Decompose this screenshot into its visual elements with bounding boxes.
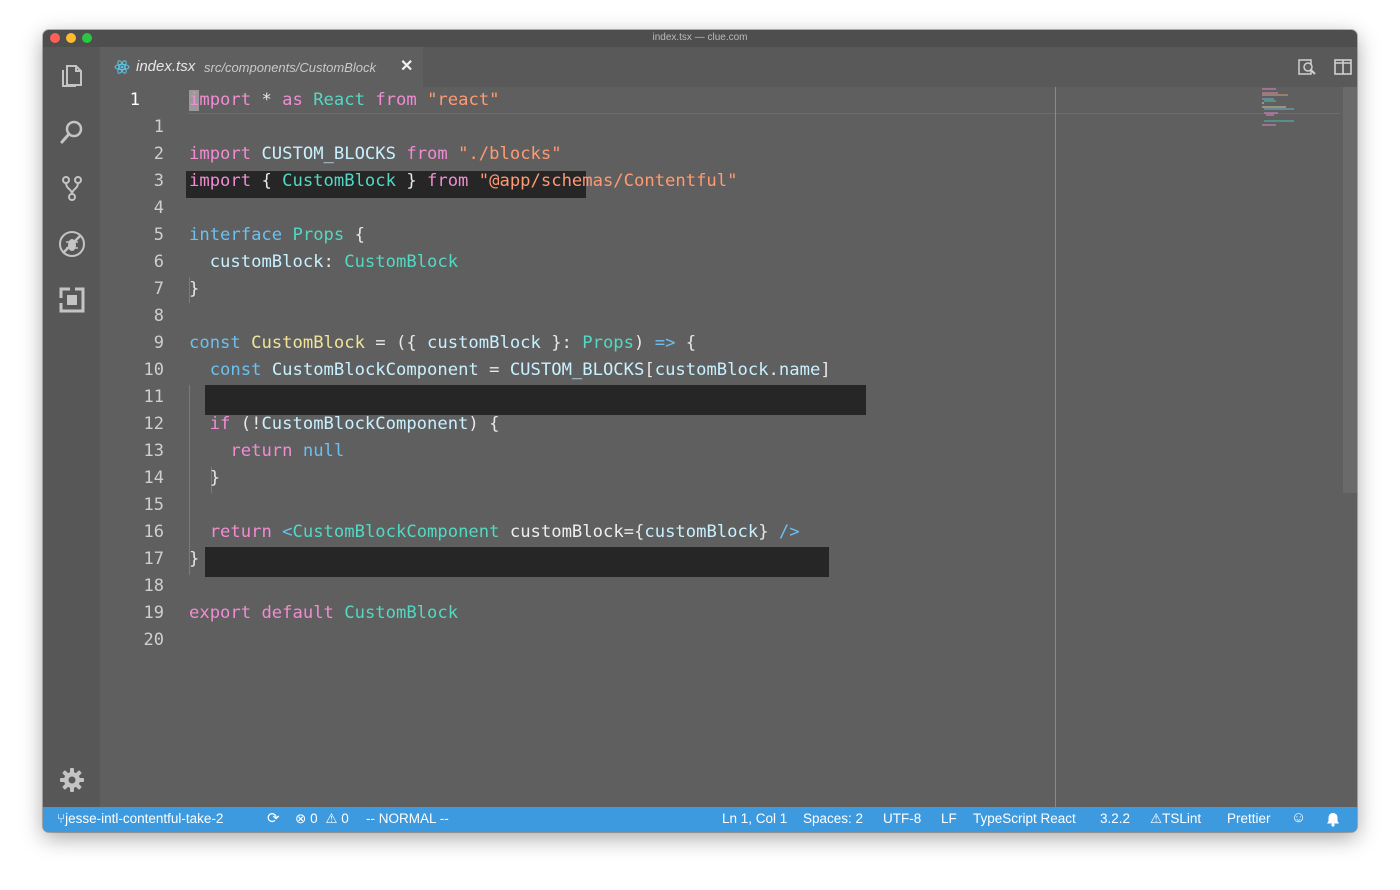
editor-window: index.tsx — clue.com index.tsx src/compo… (43, 30, 1357, 832)
tab-bar: index.tsx src/components/CustomBlock ✕ (100, 47, 1357, 87)
source-control-icon[interactable] (57, 173, 87, 203)
feedback-smiley-icon[interactable]: ☺ (1291, 809, 1306, 826)
close-icon[interactable]: ✕ (400, 56, 413, 76)
code-editor[interactable]: 1 1 2 3 4 5 6 7 8 9 10 11 12 13 14 15 16… (100, 87, 1357, 807)
line-number: 9 (153, 333, 164, 353)
code-line[interactable]: } (189, 465, 220, 492)
extensions-icon[interactable] (57, 285, 87, 315)
line-number: 16 (143, 522, 164, 542)
code-line[interactable]: import CUSTOM_BLOCKS from "./blocks" (189, 141, 562, 168)
tab-path: src/components/CustomBlock (204, 60, 376, 75)
code-line[interactable]: export default CustomBlock (189, 600, 458, 627)
react-icon (114, 60, 130, 74)
sync-icon[interactable]: ⟳ (267, 809, 280, 827)
line-number: 17 (143, 549, 164, 569)
line-number: 12 (143, 414, 164, 434)
line-number: 19 (143, 603, 164, 623)
code-line[interactable]: return <CustomBlockComponent customBlock… (189, 519, 800, 546)
branch-name: jesse-intl-contentful-take-2 (65, 811, 224, 826)
code-line[interactable]: import * as React from "react" (189, 87, 500, 114)
line-number: 15 (143, 495, 164, 515)
tslint-status[interactable]: ⚠TSLint (1150, 811, 1201, 827)
tab-index-tsx[interactable]: index.tsx src/components/CustomBlock ✕ (100, 47, 423, 87)
title-bar: index.tsx — clue.com (43, 30, 1357, 47)
error-count: 0 (310, 811, 318, 826)
open-changes-icon[interactable] (1297, 57, 1317, 77)
git-branch-icon: ⑂ (57, 811, 66, 826)
line-number: 8 (153, 306, 164, 326)
window-title: index.tsx — clue.com (652, 32, 748, 43)
line-number: 3 (153, 171, 164, 191)
code-line[interactable]: customBlock: CustomBlock (189, 249, 458, 276)
vim-mode: -- NORMAL -- (366, 811, 449, 826)
code-line[interactable]: } (189, 546, 199, 573)
tab-filename: index.tsx (136, 58, 196, 75)
code-line[interactable]: interface Props { (189, 222, 365, 249)
bell-icon[interactable] (1326, 812, 1340, 827)
split-editor-icon[interactable] (1333, 57, 1353, 77)
encoding[interactable]: UTF-8 (883, 811, 921, 826)
code-line[interactable]: import { CustomBlock } from "@app/schema… (189, 168, 737, 195)
gear-icon[interactable] (57, 765, 87, 795)
editor-ruler (1055, 87, 1056, 807)
debug-icon[interactable] (57, 229, 87, 259)
warning-icon: ⚠ (1150, 811, 1163, 826)
cursor-position[interactable]: Ln 1, Col 1 (722, 811, 787, 826)
warning-icon: ⚠ (325, 811, 338, 826)
prettier-status[interactable]: Prettier (1227, 811, 1271, 826)
problems-indicator[interactable]: ⊗ 0 ⚠ 0 (295, 811, 349, 827)
status-bar: ⑂jesse-intl-contentful-take-2 ⟳ ⊗ 0 ⚠ 0 … (43, 807, 1357, 832)
minimap[interactable] (1260, 87, 1320, 127)
error-icon: ⊗ (295, 811, 307, 826)
line-number: 6 (153, 252, 164, 272)
line-number: 7 (153, 279, 164, 299)
warning-count: 0 (341, 811, 349, 826)
typescript-version[interactable]: 3.2.2 (1100, 811, 1130, 826)
line-number: 1 (129, 90, 140, 110)
line-number: 10 (143, 360, 164, 380)
code-line[interactable]: if (!CustomBlockComponent) { (189, 411, 500, 438)
tslint-label: TSLint (1162, 811, 1202, 826)
line-number: 14 (143, 468, 164, 488)
line-number: 20 (143, 630, 164, 650)
search-icon[interactable] (57, 117, 87, 147)
vertical-scrollbar[interactable] (1343, 87, 1357, 493)
branch-indicator[interactable]: ⑂jesse-intl-contentful-take-2 (57, 811, 223, 826)
code-line[interactable]: const CustomBlockComponent = CUSTOM_BLOC… (189, 357, 831, 384)
end-of-line[interactable]: LF (941, 811, 957, 826)
code-line[interactable]: const CustomBlock = ({ customBlock }: Pr… (189, 330, 696, 357)
line-number: 11 (143, 387, 164, 407)
code-line[interactable]: return null (189, 438, 344, 465)
selection-highlight (205, 547, 829, 577)
line-number: 18 (143, 576, 164, 596)
code-line[interactable]: } (189, 276, 199, 303)
line-number: 4 (153, 198, 164, 218)
line-number: 1 (153, 117, 164, 137)
activity-bar (43, 47, 100, 807)
line-number: 5 (153, 225, 164, 245)
indentation[interactable]: Spaces: 2 (803, 811, 863, 826)
language-mode[interactable]: TypeScript React (973, 811, 1076, 826)
line-number: 2 (153, 144, 164, 164)
line-number: 13 (143, 441, 164, 461)
